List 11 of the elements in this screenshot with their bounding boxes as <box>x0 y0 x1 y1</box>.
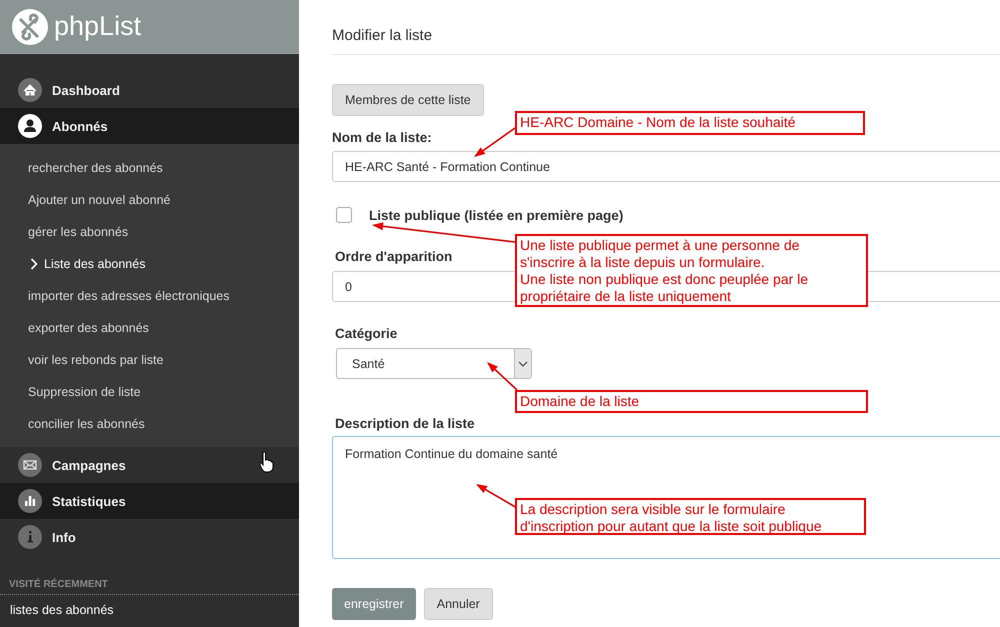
field-label: Ordre d'apparition <box>335 249 452 264</box>
annotation-tooltip: Une liste publique permet à une personne de s'inscrire à la liste depuis un formulaire. Une liste non publique est donc peuplée par le propriétaire de la liste uniquement <box>515 234 868 307</box>
annotation-tooltip: Domaine de la liste <box>515 390 868 413</box>
annotation-tooltip: La description sera visible sur le formulaire d'inscription pour autant que la liste soit publique <box>515 498 866 535</box>
field-label: Description de la liste <box>335 416 475 431</box>
page-title: Modifier la liste <box>332 0 1000 55</box>
logo-text: phpList <box>54 11 142 42</box>
annotation-tooltip: HE-ARC Domaine - Nom de la liste souhaité <box>515 111 865 135</box>
field-label: Nom de la liste: <box>332 130 432 145</box>
checkbox-label: Liste publique (listée en première page) <box>369 208 624 222</box>
field-label: Catégorie <box>335 326 398 341</box>
